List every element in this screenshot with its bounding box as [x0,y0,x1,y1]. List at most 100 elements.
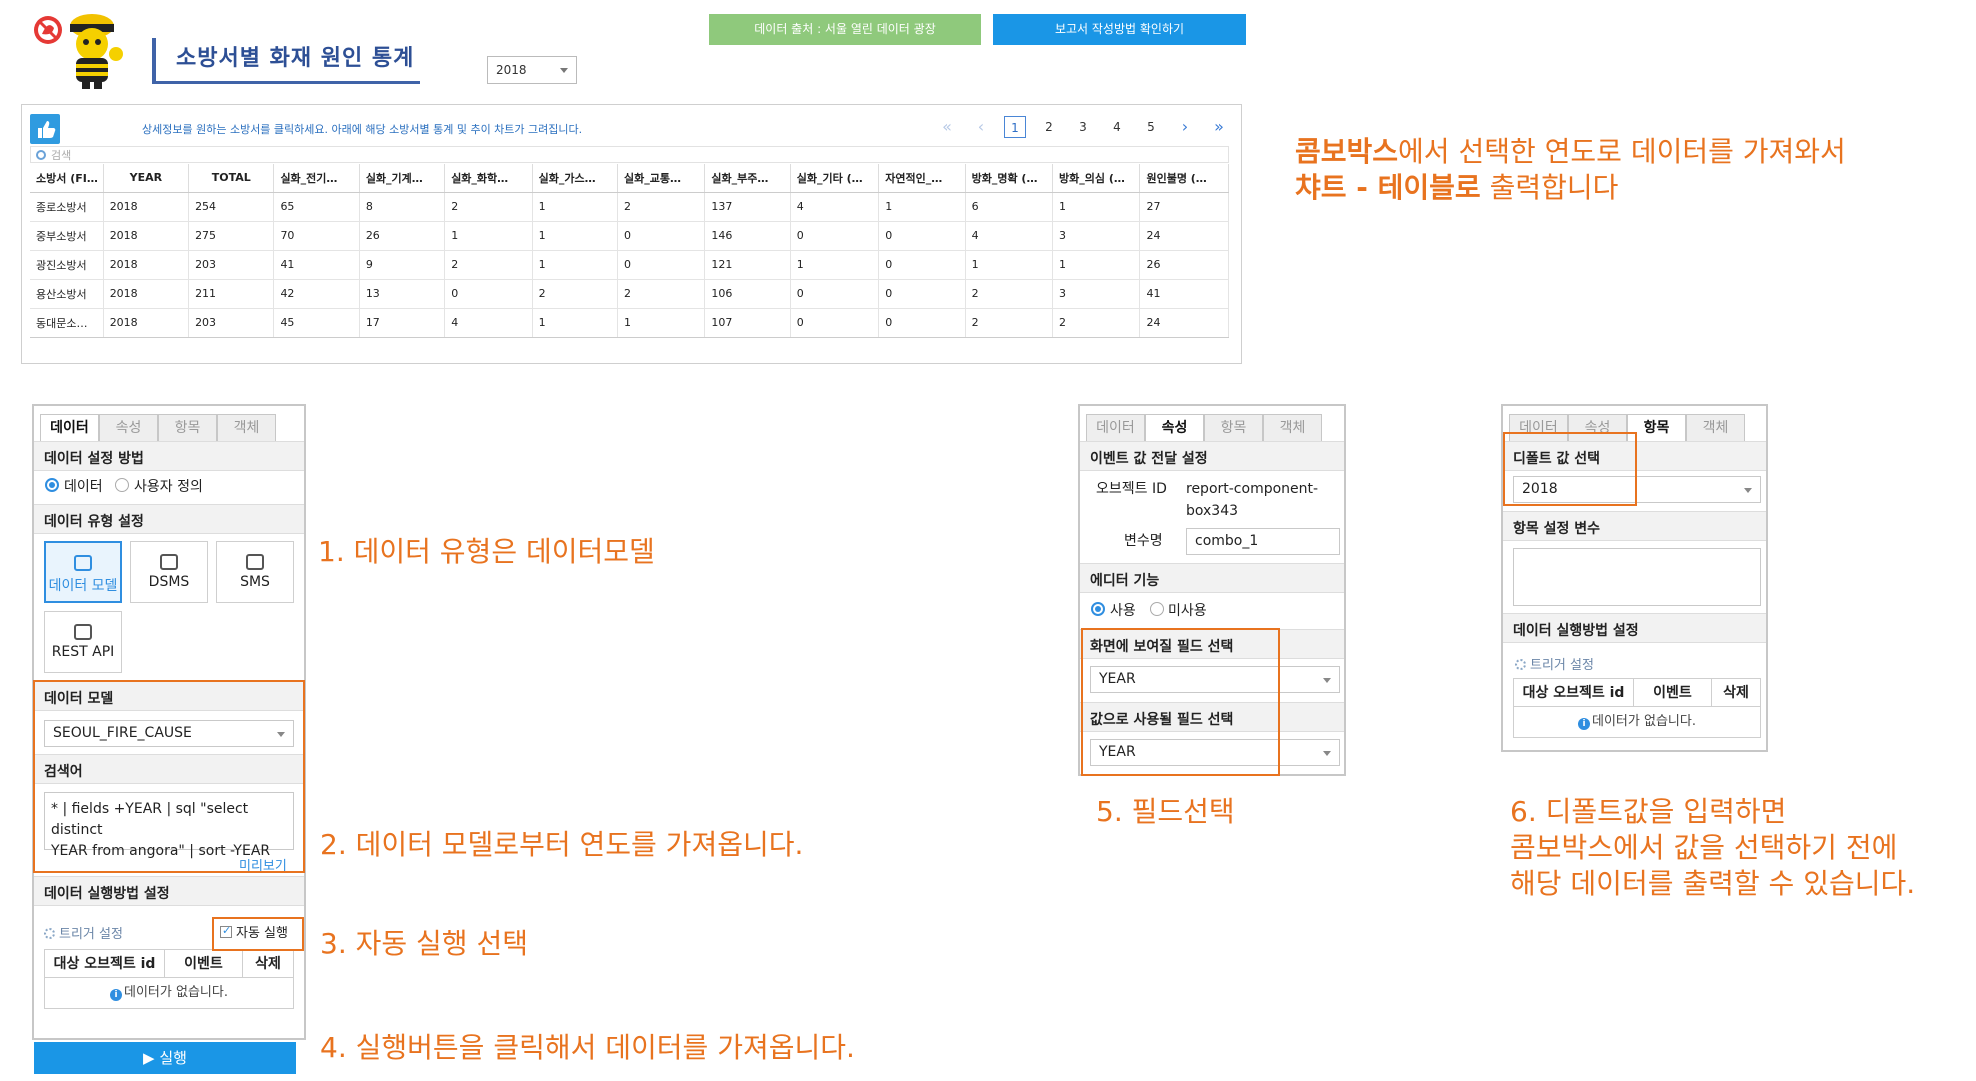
table-row[interactable]: 동대문소… 2018 203 45 17 4 1 1 107 0 0 2 2 24 [30,308,1229,338]
table-cell: 1 [1052,250,1141,280]
search-icon [36,150,46,160]
table-cell: 1 [790,250,880,280]
table-cell: 203 [188,250,275,280]
column-header[interactable]: 소방서 (FI… [30,164,104,193]
table-cell: 45 [273,308,360,338]
empty-text: 데이터가 없습니다. [1592,714,1696,729]
trigger-setting[interactable]: 트리거 설정 [44,923,123,942]
column-header[interactable]: YEAR [103,164,190,193]
tab-object[interactable]: 객체 [1686,414,1745,441]
step-6-line3: 해당 데이터를 출력할 수 있습니다. [1510,867,1916,900]
column-header[interactable]: 원인불명 (… [1139,164,1229,193]
tab-item[interactable]: 항목 [158,414,217,441]
radio-data[interactable] [45,478,59,492]
radio-use[interactable] [1091,602,1105,616]
prev-page-icon[interactable]: ‹ [964,116,998,138]
table-cell: 26 [1139,250,1229,280]
pagination: « ‹ 1 2 3 4 5 › » [930,116,1236,138]
table-row[interactable]: 종로소방서 2018 254 65 8 2 1 2 137 4 1 6 1 27 [30,192,1229,222]
radio-unuse[interactable] [1150,602,1164,616]
table-cell: 4 [444,308,533,338]
tab-data[interactable]: 데이터 [1086,414,1145,441]
item-variable-textarea[interactable] [1513,548,1761,606]
column-header[interactable]: 실화_기계… [359,164,446,193]
tab-object[interactable]: 객체 [217,414,276,441]
note-combobox: 콤보박스 [1295,135,1399,168]
next-page-icon[interactable]: › [1168,116,1202,138]
page-4[interactable]: 4 [1100,116,1134,138]
table-row[interactable]: 중부소방서 2018 275 70 26 1 1 0 146 0 0 4 3 24 [30,221,1229,251]
note-line2: 출력합니다 [1480,171,1619,204]
table-row[interactable]: 용산소방서 2018 211 42 13 0 2 2 106 0 0 2 3 41 [30,279,1229,309]
highlight-field-select [1081,628,1280,776]
table-cell: 65 [273,192,360,222]
column-header[interactable]: TOTAL [188,164,275,193]
page-1[interactable]: 1 [1004,116,1026,138]
tile-label: DSMS [148,574,190,590]
column-header[interactable]: 실화_화학… [444,164,533,193]
tile-data-model[interactable]: 데이터 모델 [44,541,122,603]
table-cell: 2 [444,192,533,222]
table-cell: 70 [273,221,360,251]
last-page-icon[interactable]: » [1202,116,1236,138]
run-button[interactable]: ▶ 실행 [34,1042,296,1074]
year-select[interactable]: 2018 [487,56,577,84]
table-cell: 2 [617,279,706,309]
section-item-variable: 항목 설정 변수 [1503,511,1766,541]
radio-custom[interactable] [115,478,129,492]
table-search-input[interactable]: 검색 [30,146,1229,163]
table-cell: 1 [878,192,966,222]
tile-rest-api[interactable]: REST API [44,611,122,673]
table-cell: 121 [704,250,791,280]
table-cell: 2 [444,250,533,280]
table-cell: 2018 [103,308,190,338]
table-cell: 2 [1052,308,1141,338]
page-3[interactable]: 3 [1066,116,1100,138]
column-header[interactable]: 실화_기타 (… [790,164,880,193]
tab-property[interactable]: 속성 [1145,414,1204,441]
page-2[interactable]: 2 [1032,116,1066,138]
tab-item[interactable]: 항목 [1204,414,1263,441]
fire-cause-table: 소방서 (FI… YEAR TOTAL 실화_전기… 실화_기계… 실화_화학…… [30,164,1229,338]
step-6-line2: 콤보박스에서 값을 선택하기 전에 [1510,831,1898,864]
table-cell: 용산소방서 [30,279,104,309]
table-row[interactable]: 광진소방서 2018 203 41 9 2 1 0 121 1 0 1 1 26 [30,250,1229,280]
table-cell: 254 [188,192,275,222]
chevron-down-icon [1323,751,1331,756]
page-5[interactable]: 5 [1134,116,1168,138]
step-6-line1: 6. 디폴트값을 입력하면 [1510,795,1787,828]
table-cell: 0 [617,250,706,280]
object-id-value: report-component- box343 [1186,478,1318,522]
column-header[interactable]: 방화_명확 (… [965,164,1054,193]
table-cell: 8 [359,192,446,222]
column-header[interactable]: 방화_의심 (… [1052,164,1141,193]
table-header-row: 소방서 (FI… YEAR TOTAL 실화_전기… 실화_기계… 실화_화학…… [30,164,1229,193]
first-page-icon[interactable]: « [930,116,964,138]
table-cell: 0 [878,250,966,280]
column-header[interactable]: 실화_가스… [532,164,618,193]
report-guide-button[interactable]: 보고서 작성방법 확인하기 [993,14,1246,45]
data-source-button[interactable]: 데이터 출처 : 서울 열린 데이터 광장 [709,14,981,45]
tab-object[interactable]: 객체 [1263,414,1322,441]
radio-custom-label: 사용자 정의 [134,479,203,495]
table-cell: 4 [965,221,1054,251]
radio-data-label: 데이터 [64,479,103,495]
note-line1: 에서 선택한 연도로 데이터를 가져와서 [1398,135,1846,168]
step-3-text: 3. 자동 실행 선택 [320,927,528,960]
note-chart-table: 챠트 - 테이블로 [1295,171,1481,204]
tab-property[interactable]: 속성 [99,414,158,441]
column-header[interactable]: 실화_부주… [704,164,791,193]
table-cell: 2018 [103,250,190,280]
variable-name-input[interactable]: combo_1 [1186,528,1340,555]
column-header[interactable]: 실화_전기… [273,164,360,193]
table-cell: 1 [532,221,618,251]
trigger-label: 트리거 설정 [1530,658,1594,673]
column-header[interactable]: 실화_교통… [617,164,706,193]
trigger-setting[interactable]: 트리거 설정 [1515,654,1594,673]
tile-dsms[interactable]: DSMS [130,541,208,603]
table-cell: 211 [188,279,275,309]
tab-data[interactable]: 데이터 [40,414,99,441]
column-header[interactable]: 자연적인_… [878,164,966,193]
tile-sms[interactable]: SMS [216,541,294,603]
column-header: 삭제 [1723,685,1749,701]
